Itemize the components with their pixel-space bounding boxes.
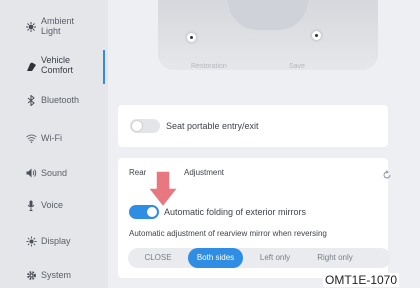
sidebar-item-ambient-light[interactable]: Ambient Light [0,12,108,42]
seat-entry-card: Seat portable entry/exit [118,105,388,147]
main-content: Restoration Save Seat portable entry/exi… [108,0,420,288]
speaker-icon [25,167,37,179]
mirror-title-right: Adjustment [184,168,225,177]
adjust-point-left[interactable] [187,33,196,42]
mirror-mode-selector: CLOSE Both sides Left only Right only [128,248,391,268]
sidebar-item-wifi[interactable]: Wi-Fi [0,131,108,145]
option-left-only[interactable]: Left only [250,248,300,268]
sidebar-item-label: Bluetooth [41,95,80,105]
sidebar-item-label: Voice [41,200,64,210]
mirror-title-left: Rear [129,168,147,177]
adjust-point-right[interactable] [312,31,321,40]
restoration-link[interactable]: Restoration [191,63,227,70]
seat-entry-label: Seat portable entry/exit [166,121,259,131]
option-both-sides[interactable]: Both sides [188,248,243,268]
option-close[interactable]: CLOSE [136,248,180,268]
car-illustration [228,0,308,30]
seat-entry-toggle[interactable] [130,119,160,133]
settings-screen: Ambient Light Vehicle Comfort Bluetooth … [0,0,420,288]
sidebar-item-display[interactable]: Display [0,234,108,248]
mirror-folding-label: Automatic folding of exterior mirrors [164,207,307,217]
vehicle-preview [158,0,378,70]
reverse-adjust-label: Automatic adjustment of rearview mirror … [129,229,327,238]
reset-icon[interactable] [382,170,392,180]
option-right-only[interactable]: Right only [308,248,362,268]
sidebar-item-label: Sound [41,168,68,178]
wifi-icon [25,132,37,144]
pointer-arrow-icon [147,170,179,208]
save-link[interactable]: Save [289,63,305,70]
sidebar-item-voice[interactable]: Voice [0,198,108,212]
sidebar-item-vehicle-comfort[interactable]: Vehicle Comfort [0,52,108,82]
ambient-light-icon [25,21,37,33]
brightness-icon [25,235,37,247]
sidebar-item-label: Display [41,236,71,246]
active-indicator [103,50,105,84]
sidebar-item-system[interactable]: System [0,268,108,282]
bluetooth-icon [25,94,37,106]
sidebar-item-label: System [41,270,72,280]
toggle-knob [147,207,157,217]
toggle-knob [132,121,142,131]
image-code: OMT1E-1070 [323,273,400,287]
sidebar-item-bluetooth[interactable]: Bluetooth [0,93,108,107]
sidebar: Ambient Light Vehicle Comfort Bluetooth … [0,0,108,288]
sidebar-item-sound[interactable]: Sound [0,166,108,180]
sidebar-item-label: Wi-Fi [41,133,62,143]
sidebar-item-label: Ambient Light [41,16,75,36]
seat-icon [25,61,37,73]
gear-icon [25,269,37,281]
microphone-icon [25,199,37,211]
sidebar-item-label: Vehicle Comfort [41,55,74,75]
